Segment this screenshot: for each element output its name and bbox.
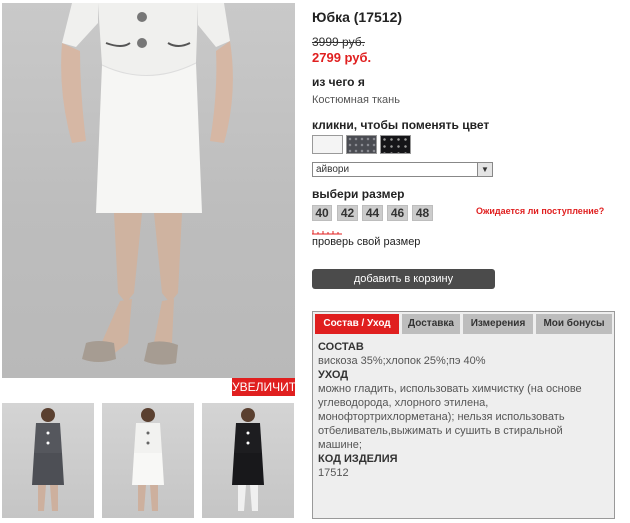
color-label: кликни, чтобы поменять цвет — [312, 118, 490, 132]
model-thumbnail-image — [232, 408, 264, 511]
model-thumbnail-image — [132, 408, 164, 511]
composition-heading: СОСТАВ — [318, 341, 364, 353]
composition-text: вискоза 35%;хлопок 25%;пэ 40% — [318, 355, 486, 367]
details-tab-panel: Состав / Уход Доставка Измерения Мои бон… — [312, 311, 615, 519]
size-label: выбери размер — [312, 187, 405, 201]
add-to-cart-button[interactable]: добавить в корзину — [312, 269, 495, 289]
tab-delivery[interactable]: Доставка — [402, 314, 460, 334]
thumbnail-white-suit[interactable] — [102, 403, 194, 518]
tab-measurements[interactable]: Измерения — [463, 314, 533, 334]
zoom-button[interactable]: УВЕЛИЧИТЬ — [232, 378, 304, 396]
product-code-value: 17512 — [318, 467, 349, 479]
size-option-44[interactable]: 44 — [362, 205, 383, 221]
tab-content: СОСТАВ вискоза 35%;хлопок 25%;пэ 40% УХО… — [318, 340, 608, 480]
care-heading: УХОД — [318, 369, 349, 381]
thumbnail-black-suit[interactable] — [202, 403, 294, 518]
check-size-link[interactable]: проверь свой размер — [312, 236, 420, 248]
size-option-40[interactable]: 40 — [312, 205, 332, 221]
model-photo-illustration — [61, 3, 233, 365]
size-option-48[interactable]: 48 — [412, 205, 433, 221]
tab-my-bonuses[interactable]: Мои бонусы — [536, 314, 612, 334]
tab-composition-care[interactable]: Состав / Уход — [315, 314, 399, 334]
product-title: Юбка (17512) — [312, 9, 403, 25]
model-thumbnail-image — [32, 408, 64, 511]
size-option-46[interactable]: 46 — [387, 205, 408, 221]
product-code-heading: КОД ИЗДЕЛИЯ — [318, 453, 398, 465]
color-swatch-dark-grey[interactable] — [346, 135, 377, 154]
material-label: из чего я — [312, 75, 365, 89]
color-select[interactable]: айвори ▼ — [312, 162, 493, 177]
old-price: 3999 руб. — [312, 35, 365, 49]
new-price: 2799 руб. — [312, 50, 372, 65]
chevron-down-icon[interactable]: ▼ — [477, 163, 492, 176]
main-product-photo[interactable] — [2, 3, 295, 378]
color-swatch-black[interactable] — [380, 135, 411, 154]
color-swatch-ivory[interactable] — [312, 135, 343, 154]
size-option-42[interactable]: 42 — [337, 205, 358, 221]
ruler-icon — [312, 230, 342, 235]
care-text: можно гладить, использовать химчистку (н… — [318, 383, 582, 451]
material-value: Костюмная ткань — [312, 94, 400, 106]
thumbnail-grey-suit[interactable] — [2, 403, 94, 518]
color-select-value: айвори — [316, 164, 350, 175]
thumbnail-strip — [2, 403, 295, 518]
restock-inquiry-link[interactable]: Ожидается ли поступление? — [476, 206, 604, 216]
